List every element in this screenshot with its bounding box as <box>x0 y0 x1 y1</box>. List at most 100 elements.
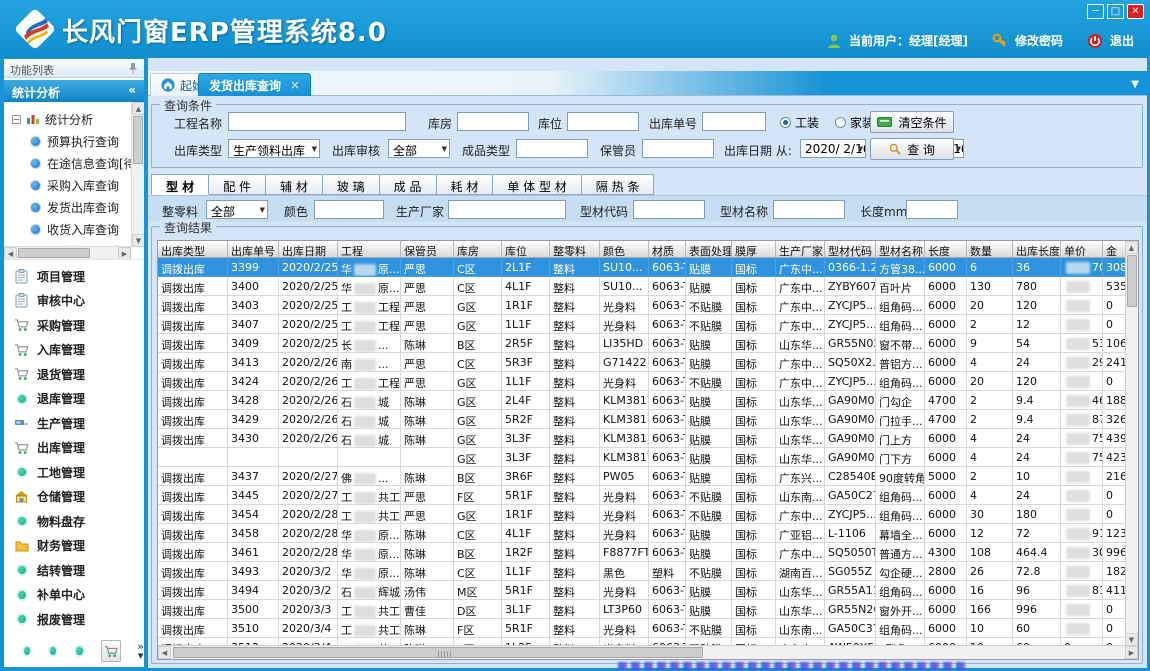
length-input[interactable] <box>906 200 958 219</box>
column-header[interactable]: 膜厚 <box>732 241 776 257</box>
column-header[interactable]: 材质 <box>649 241 686 257</box>
column-header[interactable]: 出库类型 <box>158 241 228 257</box>
table-row[interactable]: 调拨出库34072020/2/25工工程严思G区1L1F整料光身料6063-T5… <box>158 315 1126 334</box>
profile-code-input[interactable] <box>633 200 705 219</box>
table-row[interactable]: G区3L3F整料KLM38176063-T5贴膜国标山东华...GA90M09.… <box>158 448 1126 467</box>
tree-expander-icon[interactable]: − <box>12 115 21 124</box>
material-tab-2[interactable]: 辅 材 <box>266 174 323 195</box>
column-header[interactable]: 出库日期 <box>279 241 338 257</box>
sidebar-module-item[interactable]: 采购管理 <box>4 313 144 338</box>
sidebar-module-item[interactable]: 出库管理 <box>4 436 144 461</box>
radio-home[interactable]: 家装 <box>835 114 874 131</box>
table-row[interactable]: 调拨出库34302020/2/26石城陈琳G区3L3F整料KLM38176063… <box>158 429 1126 448</box>
module-dot-icon[interactable] <box>22 645 32 657</box>
column-header[interactable]: 保管员 <box>401 241 454 257</box>
sidebar-module-item[interactable]: 审核中心 <box>4 289 144 314</box>
audit-select[interactable]: 全部 <box>388 139 450 158</box>
column-header[interactable]: 金 <box>1103 241 1126 257</box>
clear-conditions-button[interactable]: 清空条件 <box>870 111 954 133</box>
material-tab-0[interactable]: 型 材 <box>151 174 209 195</box>
table-row[interactable]: 调拨出库34452020/2/27工共工程严思F区5R1F整料光身料6063-T… <box>158 486 1126 505</box>
maximize-button[interactable]: □ <box>1107 4 1124 19</box>
column-header[interactable]: 库位 <box>502 241 550 257</box>
table-row[interactable]: 调拨出库34542020/2/28工共工程严思G区1R1F整料光身料6063-T… <box>158 505 1126 524</box>
table-row[interactable]: 调拨出库34612020/2/28华原...陈琳B区1R2F整料F8877FT6… <box>158 543 1126 562</box>
location-input[interactable] <box>567 112 639 131</box>
tree-item[interactable]: 预算执行查询 <box>12 130 140 152</box>
table-row[interactable]: 调拨出库34242020/2/26工工程严思G区1L1F整料光身料6063-T5… <box>158 372 1126 391</box>
column-header[interactable]: 库房 <box>454 241 502 257</box>
table-row[interactable]: 调拨出库34942020/3/2石辉城汤伟M区5R1F整料光身料6063-T5贴… <box>158 581 1126 600</box>
sidebar-module-item[interactable]: 工地管理 <box>4 460 144 485</box>
material-tab-7[interactable]: 隔 热 条 <box>582 174 655 195</box>
grid-horizontal-scrollbar[interactable]: ◀ ▶ <box>158 645 1138 659</box>
tree-item[interactable]: 采购入库查询 <box>12 174 140 196</box>
tab-close-icon[interactable]: × <box>290 78 300 92</box>
column-header[interactable]: 单价 <box>1061 241 1103 257</box>
column-header[interactable]: 出库长度 <box>1013 241 1061 257</box>
column-header[interactable]: 出库单号 <box>228 241 279 257</box>
sidebar-module-item[interactable]: 补单中心 <box>4 583 144 608</box>
column-header[interactable]: 型材名称 <box>876 241 925 257</box>
column-header[interactable]: 整零料 <box>550 241 600 257</box>
table-row[interactable]: 调拨出库35002020/3/3工共工程曹佳D区3L1F整料LT3P606063… <box>158 600 1126 619</box>
grid-vertical-scrollbar[interactable]: ▲ ▼ <box>1125 241 1138 646</box>
column-header[interactable]: 颜色 <box>600 241 649 257</box>
scroll-right-icon[interactable]: ▶ <box>1125 646 1138 659</box>
sidebar-module-item[interactable]: 退货管理 <box>4 362 144 387</box>
stats-panel-header[interactable]: 统计分析 « <box>4 80 144 102</box>
table-row[interactable]: 调拨出库34032020/2/25工工程严思G区1R1F整料光身料6063-T5… <box>158 296 1126 315</box>
product-type-input[interactable] <box>516 139 588 158</box>
tree-item[interactable]: 发货出库查询 <box>12 196 140 218</box>
maker-input[interactable] <box>448 200 566 219</box>
scroll-down-icon[interactable]: ▼ <box>132 234 144 247</box>
table-row[interactable]: 调拨出库34132020/2/26南...严思C区5R3F整料G71422606… <box>158 353 1126 372</box>
scroll-up-icon[interactable]: ▲ <box>1125 241 1138 254</box>
whole-part-select[interactable]: 全部 <box>206 200 268 219</box>
table-row[interactable]: 调拨出库34292020/2/26石城陈琳G区5R2F整料KLM38176063… <box>158 410 1126 429</box>
outbound-type-select[interactable]: 生产领料出库 <box>228 139 320 158</box>
sidebar-module-item[interactable]: 入库管理 <box>4 338 144 363</box>
tree-item[interactable]: 在途信息查询[待 <box>12 152 140 174</box>
column-header[interactable]: 数量 <box>967 241 1013 257</box>
material-tab-3[interactable]: 玻 璃 <box>323 174 380 195</box>
tab-shipment-query[interactable]: 发货出库查询 × <box>198 73 311 96</box>
collapse-panel-icon[interactable]: « <box>128 83 136 97</box>
tree-vertical-scrollbar[interactable]: ▲ ▼ <box>131 102 144 247</box>
sidebar-module-item[interactable]: 退库管理 <box>4 387 144 412</box>
order-no-input[interactable] <box>702 112 766 131</box>
table-row[interactable]: 调拨出库34372020/2/27佛...陈琳B区3R6F整料PW056063-… <box>158 467 1126 486</box>
module-dot-icon[interactable] <box>48 645 58 657</box>
sidebar-module-item[interactable]: 生产管理 <box>4 411 144 436</box>
keeper-input[interactable] <box>642 139 714 158</box>
search-button[interactable]: 查 询 <box>870 138 954 160</box>
tree-horizontal-scrollbar[interactable]: ◀ ▶ <box>4 246 131 259</box>
table-row[interactable]: 调拨出库34282020/2/26石城陈琳G区2L4F整料KLM38176063… <box>158 391 1126 410</box>
table-row[interactable]: 调拨出库33992020/2/25华原...严思C区2L1F整料SU10...6… <box>158 258 1126 277</box>
color-input[interactable] <box>314 200 384 219</box>
date-from-picker[interactable]: 2020/ 2/16 <box>800 139 866 158</box>
warehouse-input[interactable] <box>457 112 529 131</box>
table-row[interactable]: 调拨出库34092020/2/25长...陈琳B区2R5F整料LI35HD606… <box>158 334 1126 353</box>
material-tab-5[interactable]: 耗 材 <box>437 174 494 195</box>
sidebar-module-item[interactable]: 仓储管理 <box>4 485 144 510</box>
column-header[interactable]: 表面处理 <box>686 241 732 257</box>
sidebar-module-item[interactable]: 财务管理 <box>4 534 144 559</box>
scroll-up-icon[interactable]: ▲ <box>132 102 144 115</box>
sidebar-module-item[interactable]: 结转管理 <box>4 558 144 583</box>
column-header[interactable]: 型材代码 <box>825 241 876 257</box>
sidebar-module-item[interactable]: 报废管理 <box>4 607 144 632</box>
column-header[interactable]: 生产厂家 <box>776 241 825 257</box>
table-row[interactable]: 调拨出库34932020/3/2华原...陈琳C区1L1F整料黑色塑料不贴膜国标… <box>158 562 1126 581</box>
cart-module-button[interactable] <box>101 640 122 662</box>
scroll-right-icon[interactable]: ▶ <box>118 247 131 260</box>
module-dot-icon[interactable] <box>74 645 84 657</box>
project-name-input[interactable] <box>228 112 406 131</box>
column-header[interactable]: 工程 <box>338 241 401 257</box>
sidebar-module-item[interactable]: 物料盘存 <box>4 509 144 534</box>
tab-overflow-icon[interactable]: ▼ <box>1131 79 1139 90</box>
radio-industrial[interactable]: 工装 <box>780 114 819 131</box>
logout-link[interactable]: 退出 <box>1110 32 1134 49</box>
profile-name-input[interactable] <box>773 200 845 219</box>
pin-icon[interactable] <box>128 62 138 74</box>
